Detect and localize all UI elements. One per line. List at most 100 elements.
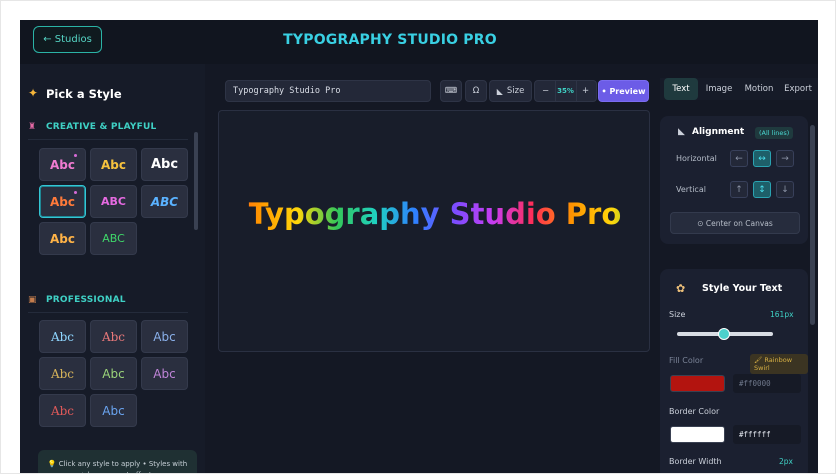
screenshot-frame: ← Studios TYPOGRAPHY STUDIO PRO ✦ Pick a… <box>0 0 836 474</box>
style-tile-label: Abc <box>101 329 126 344</box>
fill-color-swatch[interactable] <box>670 375 725 392</box>
border-width-value: 2px <box>779 457 793 466</box>
style-panel-title: Style Your Text <box>702 283 783 294</box>
alignment-panel: ◣ Alignment (All lines) Horizontal ← ↔ →… <box>660 116 808 244</box>
pick-style-title: Pick a Style <box>46 87 122 101</box>
style-tile-label: Abc <box>50 329 75 344</box>
style-tile[interactable]: Abc <box>141 148 188 181</box>
size-button[interactable]: ◣ Size <box>489 80 532 102</box>
style-tile-label: ABC <box>101 195 126 208</box>
tab-image[interactable]: Image <box>703 78 735 100</box>
align-right-button[interactable]: → <box>776 150 794 167</box>
category-divider <box>28 139 188 140</box>
style-hint-box: 💡 Click any style to apply • Styles with… <box>38 450 197 474</box>
style-tile-label: Abc <box>102 403 125 418</box>
style-tile-label: Abc <box>50 194 75 209</box>
style-sidebar: ✦ Pick a Style ♜ CREATIVE & PLAYFUL Abc A… <box>20 64 205 474</box>
preview-button[interactable]: • Preview <box>598 80 649 102</box>
style-tile-selected[interactable]: Abc <box>39 185 86 218</box>
style-tile[interactable]: Abc <box>39 148 86 181</box>
keyboard-icon: ⌨ <box>444 86 458 96</box>
back-to-studios-button[interactable]: ← Studios <box>33 26 102 53</box>
style-tile[interactable]: Abc <box>39 357 86 390</box>
palette-icon: ✿ <box>676 282 686 295</box>
briefcase-icon: ▣ <box>28 295 37 305</box>
tab-text[interactable]: Text <box>664 78 698 100</box>
style-tile-label: ABC <box>150 194 179 209</box>
category-creative-header: ♜ CREATIVE & PLAYFUL <box>28 122 156 132</box>
style-tile[interactable]: ABC <box>141 185 188 218</box>
style-tile[interactable]: Abc <box>39 394 86 427</box>
size-value: 161px <box>770 310 794 319</box>
fill-color-label: Fill Color <box>669 356 704 365</box>
size-label: Size <box>669 310 686 319</box>
style-tile[interactable]: Abc <box>39 320 86 353</box>
style-hint-text: 💡 Click any style to apply • Styles with… <box>47 460 188 474</box>
panel-tabs: Text Image Motion Export <box>660 78 818 100</box>
rainbow-swirl-tag[interactable]: 🖌 Rainbow Swirl <box>750 354 808 374</box>
category-divider <box>28 312 188 313</box>
style-tile-label: Abc <box>101 157 126 172</box>
style-tile-label: Abc <box>50 366 75 381</box>
align-bottom-button[interactable]: ↓ <box>776 181 794 198</box>
zoom-in-button[interactable]: + <box>577 86 595 96</box>
category-professional-header: ▣ PROFESSIONAL <box>28 295 126 305</box>
panel-scrollbar[interactable] <box>810 125 815 325</box>
preset-effect-dot <box>74 154 77 157</box>
style-tile[interactable]: Abc <box>90 394 137 427</box>
style-tile[interactable]: Abc <box>90 320 137 353</box>
keyboard-button[interactable]: ⌨ <box>440 80 462 102</box>
sparkle-icon: ✦ <box>28 86 39 100</box>
style-tile-label: Abc <box>50 157 75 172</box>
castle-icon: ♜ <box>28 122 37 132</box>
tab-export[interactable]: Export <box>781 78 815 100</box>
omega-icon: Ω <box>472 86 480 96</box>
alignment-title: Alignment <box>692 127 745 137</box>
design-canvas[interactable]: Typography Studio Pro <box>218 110 650 352</box>
canvas-text[interactable]: Typography Studio Pro <box>219 197 651 231</box>
app-title: TYPOGRAPHY STUDIO PRO <box>283 32 497 48</box>
style-tile[interactable]: ABC <box>90 185 137 218</box>
all-lines-tag: (All lines) <box>755 127 794 139</box>
category-creative-label: CREATIVE & PLAYFUL <box>46 122 157 132</box>
style-tile-label: Abc <box>50 403 75 418</box>
border-hex-field[interactable]: #ffffff <box>733 425 801 444</box>
border-color-label: Border Color <box>669 407 720 416</box>
style-tile-label: Abc <box>50 231 75 246</box>
align-middle-button[interactable]: ↕ <box>753 181 771 198</box>
border-width-label: Border Width <box>669 457 722 466</box>
size-slider-knob[interactable] <box>718 328 730 340</box>
app-window: ← Studios TYPOGRAPHY STUDIO PRO ✦ Pick a… <box>20 20 818 474</box>
border-color-swatch[interactable] <box>670 426 725 443</box>
style-tile[interactable]: Abc <box>90 148 137 181</box>
align-center-h-button[interactable]: ↔ <box>753 150 771 167</box>
style-tile[interactable]: Abc <box>141 320 188 353</box>
zoom-control: − 35% + <box>534 80 597 102</box>
align-top-button[interactable]: ↑ <box>730 181 748 198</box>
ruler-icon: ◣ <box>496 86 503 96</box>
align-left-button[interactable]: ← <box>730 150 748 167</box>
special-chars-button[interactable]: Ω <box>465 80 487 102</box>
style-tile-label: ABC <box>102 232 125 245</box>
zoom-value: 35% <box>554 81 577 101</box>
style-panel: ✿ Style Your Text Size 161px Fill Color … <box>660 269 808 474</box>
app-header: ← Studios TYPOGRAPHY STUDIO PRO <box>20 20 818 64</box>
style-tile[interactable]: ABC <box>90 222 137 255</box>
align-ruler-icon: ◣ <box>678 127 685 137</box>
preset-effect-dot <box>74 191 77 194</box>
style-tile-label: Abc <box>153 366 176 381</box>
vertical-label: Vertical <box>676 185 706 194</box>
tab-motion[interactable]: Motion <box>742 78 776 100</box>
zoom-out-button[interactable]: − <box>537 86 555 96</box>
style-tile-label: Abc <box>102 366 125 381</box>
style-tile[interactable]: Abc <box>39 222 86 255</box>
center-on-canvas-button[interactable]: ⊙ Center on Canvas <box>670 212 800 234</box>
sidebar-scrollbar[interactable] <box>194 132 198 230</box>
style-tile[interactable]: Abc <box>141 357 188 390</box>
text-content-input[interactable]: Typography Studio Pro <box>225 80 431 102</box>
style-tile[interactable]: Abc <box>90 357 137 390</box>
category-professional-label: PROFESSIONAL <box>46 295 126 305</box>
text-toolbar: Typography Studio Pro ⌨ Ω ◣ Size − 35% +… <box>225 80 668 102</box>
fill-hex-field[interactable]: #ff0000 <box>733 374 801 393</box>
style-tile-label: Abc <box>153 329 176 344</box>
